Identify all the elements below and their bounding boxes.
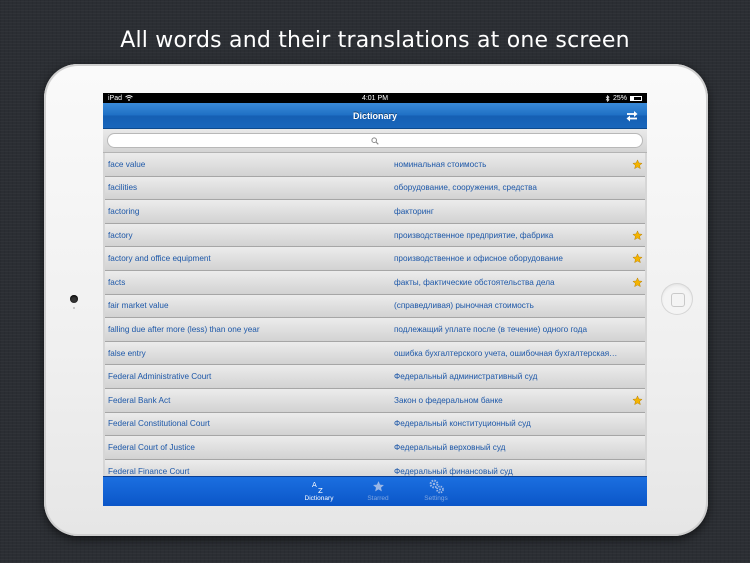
- list-item[interactable]: factoring факторинг: [105, 200, 645, 224]
- list-item[interactable]: facts факты, фактические обстоятельства д…: [105, 270, 645, 295]
- tab-bar: A Z Dictionary Starred Settings: [103, 476, 647, 506]
- tab-settings[interactable]: Settings: [414, 479, 458, 505]
- entry-word: factoring: [108, 206, 140, 216]
- list-item[interactable]: Federal Constitutional Court Федеральный …: [105, 412, 645, 437]
- entry-translation: подлежащий уплате после (в течение) одно…: [394, 324, 587, 334]
- list-item[interactable]: Federal Finance Court Федеральный финансо…: [105, 459, 645, 476]
- entry-word: facts: [108, 277, 126, 287]
- word-list: face value номинальная стоимость facilitie…: [105, 153, 645, 476]
- list-item[interactable]: face value номинальная стоимость: [105, 153, 645, 177]
- entry-word: facilities: [108, 183, 138, 193]
- camera-icon: [70, 295, 78, 303]
- star-icon[interactable]: [632, 253, 643, 264]
- navigation-bar: Dictionary: [103, 103, 647, 129]
- entry-translation: Федеральный верховный суд: [394, 442, 506, 452]
- entry-translation: Закон о федеральном банке: [394, 395, 503, 405]
- entry-translation: производственное предприятие, фабрика: [394, 230, 554, 240]
- entry-word: face value: [108, 159, 146, 169]
- entry-translation: Федеральный административный суд: [394, 372, 538, 382]
- entry-translation: номинальная стоимость: [394, 159, 487, 169]
- az-icon: A Z: [311, 479, 327, 494]
- entry-word: Federal Administrative Court: [108, 372, 212, 382]
- list-item[interactable]: Federal Administrative Court Федеральный …: [105, 365, 645, 389]
- svg-text:Z: Z: [318, 487, 323, 494]
- list-item[interactable]: fair market value (справедливая) рыночная…: [105, 294, 645, 319]
- nav-title: Dictionary: [352, 110, 397, 121]
- star-icon[interactable]: [632, 230, 643, 241]
- list-item[interactable]: facilities оборудование, сооружения, сред…: [105, 176, 645, 201]
- list-item[interactable]: factory производственное предприятие, фаб…: [105, 223, 645, 248]
- search-input[interactable]: [107, 133, 643, 148]
- entry-word: Federal Court of Justice: [108, 442, 195, 452]
- status-bar: iPad 4:01 PM 25%: [103, 93, 647, 103]
- entry-word: falling due after more (less) than one y…: [108, 324, 260, 334]
- swap-languages-button[interactable]: [625, 109, 639, 123]
- entry-translation: факты, фактические обстоятельства дела: [394, 277, 555, 287]
- gears-icon: [428, 479, 445, 494]
- star-icon[interactable]: [632, 277, 643, 288]
- entry-translation: факторинг: [394, 206, 434, 216]
- star-icon[interactable]: [632, 395, 643, 406]
- entry-translation: производственное и офисное оборудование: [394, 254, 563, 264]
- list-item[interactable]: factory and office equipment производстве…: [105, 247, 645, 271]
- tab-dictionary-label: Dictionary: [304, 495, 334, 502]
- list-item[interactable]: false entry ошибка бухгалтерского учета, …: [105, 341, 645, 366]
- tab-dictionary[interactable]: A Z Dictionary: [297, 479, 341, 505]
- tab-starred[interactable]: Starred: [356, 479, 400, 505]
- entry-word: Federal Finance Court: [108, 466, 190, 476]
- entry-translation: Федеральный финансовый суд: [394, 466, 513, 476]
- app-screen: iPad 4:01 PM 25% Dictionary face value н…: [103, 93, 647, 506]
- svg-text:A: A: [312, 481, 317, 489]
- promo-headline: All words and their translations at one …: [120, 28, 630, 53]
- star-icon: [372, 479, 385, 494]
- entry-word: factory: [108, 230, 133, 240]
- entry-translation: оборудование, сооружения, средства: [394, 183, 537, 193]
- battery-percent: 25%: [612, 94, 627, 102]
- list-item[interactable]: Federal Bank Act Закон о федеральном банк…: [105, 388, 645, 413]
- sensor-dot: [73, 307, 75, 309]
- status-time: 4:01 PM: [361, 94, 389, 102]
- star-icon[interactable]: [632, 159, 643, 170]
- entry-word: fair market value: [108, 301, 169, 311]
- list-item[interactable]: falling due after more (less) than one y…: [105, 318, 645, 342]
- entry-word: factory and office equipment: [108, 254, 211, 264]
- list-item[interactable]: Federal Court of Justice Федеральный верх…: [105, 436, 645, 460]
- search-bar: [103, 129, 647, 153]
- search-icon: [371, 136, 379, 145]
- entry-word: Federal Constitutional Court: [108, 419, 210, 429]
- entry-translation: ошибка бухгалтерского учета, ошибочная б…: [394, 348, 618, 358]
- bluetooth-icon: [605, 94, 610, 102]
- entry-word: Federal Bank Act: [108, 395, 171, 405]
- entry-translation: Федеральный конституционный суд: [394, 419, 531, 429]
- entry-word: false entry: [108, 348, 146, 358]
- device-label: iPad: [108, 94, 123, 102]
- tab-starred-label: Starred: [367, 495, 389, 502]
- home-button[interactable]: [661, 283, 693, 315]
- swap-arrows-icon: [626, 111, 638, 122]
- wifi-icon: [125, 95, 133, 101]
- battery-icon: [630, 95, 642, 101]
- entry-translation: (справедливая) рыночная стоимость: [394, 301, 534, 311]
- tab-settings-label: Settings: [424, 495, 448, 502]
